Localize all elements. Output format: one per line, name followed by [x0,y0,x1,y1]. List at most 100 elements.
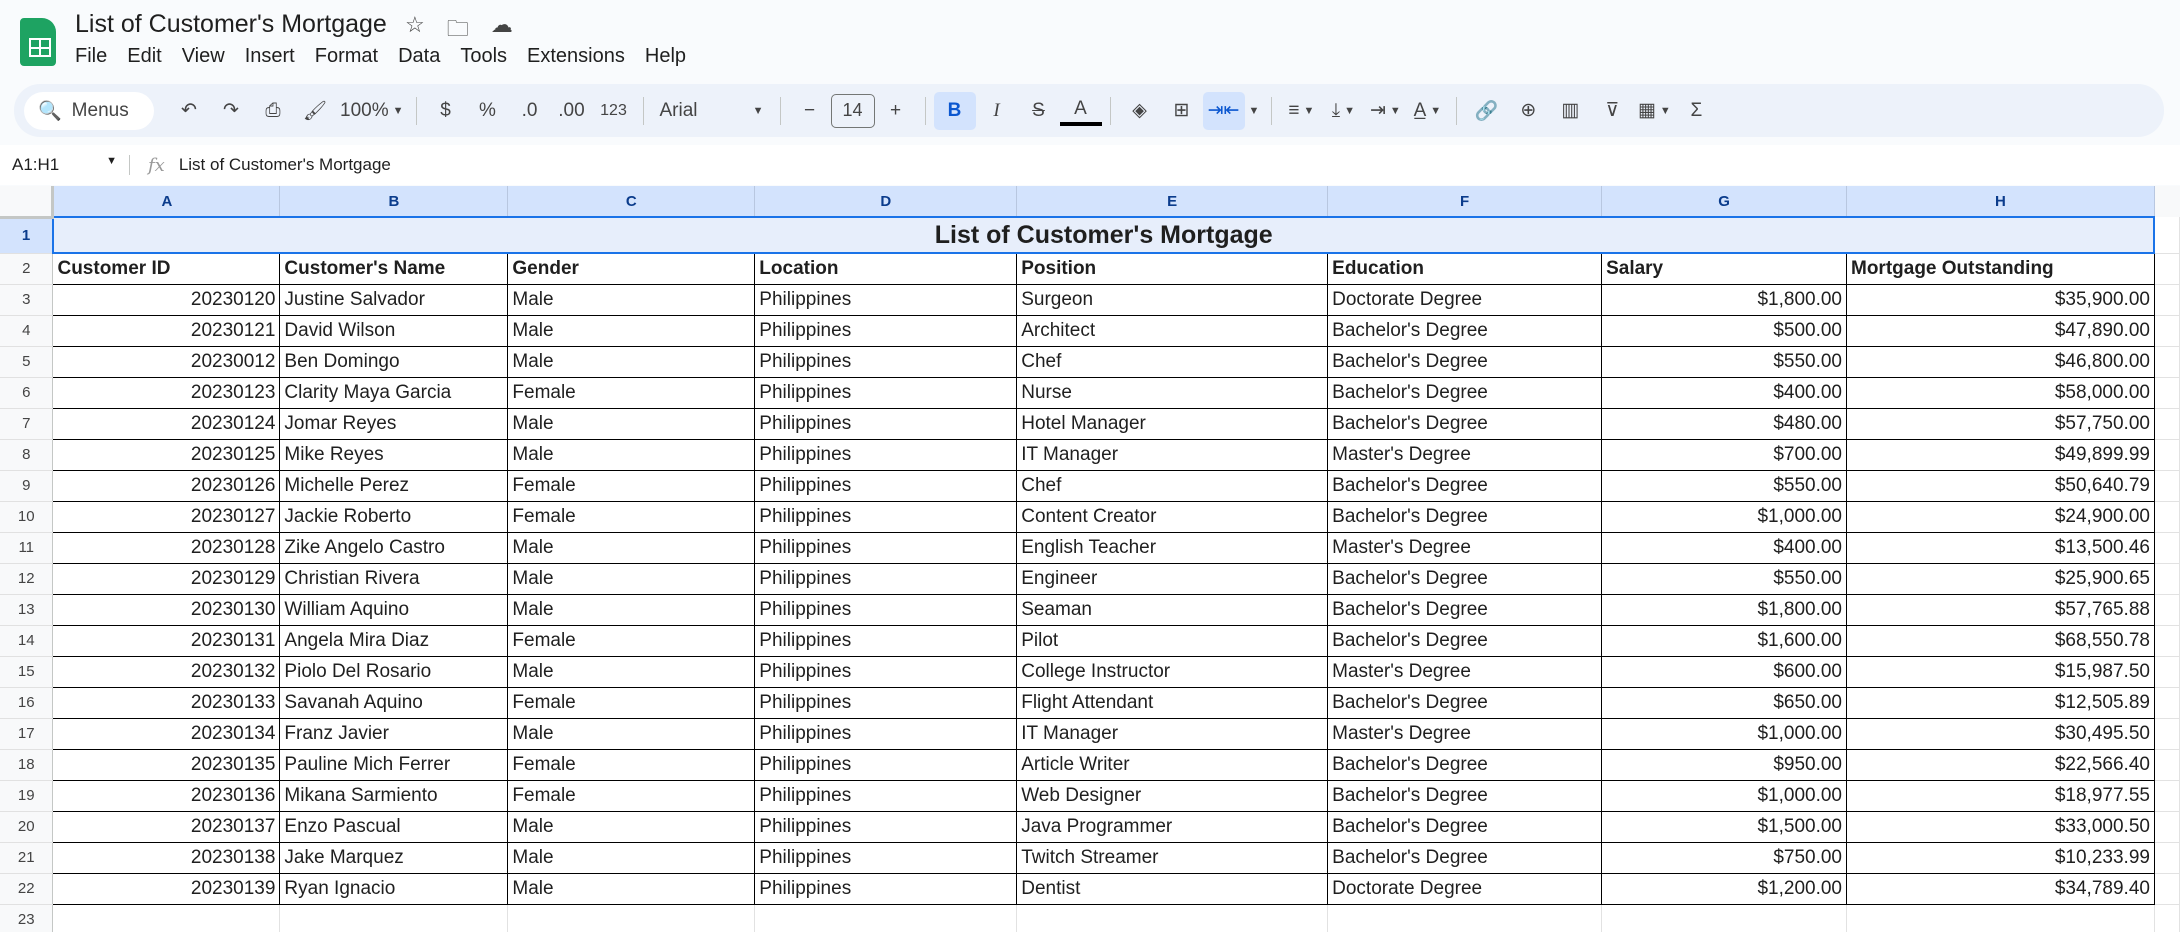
cell[interactable]: Male [507,407,756,440]
cell[interactable]: Ben Domingo [279,345,509,378]
cell[interactable]: Philippines [754,500,1018,533]
cell[interactable]: Philippines [754,562,1018,595]
cell[interactable] [2154,563,2180,595]
cell[interactable]: Male [507,283,756,316]
menu-view[interactable]: View [182,45,235,68]
percent-button[interactable]: % [467,92,509,130]
cell[interactable]: $650.00 [1601,686,1847,719]
italic-button[interactable]: I [976,92,1018,130]
cell[interactable]: $400.00 [1601,376,1847,409]
cell[interactable]: Java Programmer [1016,810,1329,843]
cell[interactable]: $1,000.00 [1601,717,1847,750]
cell[interactable] [52,904,281,932]
header-cell[interactable]: Position [1016,252,1329,285]
cell[interactable]: Flight Attendant [1016,686,1329,719]
cell[interactable]: Bachelor's Degree [1327,624,1603,657]
cell[interactable]: Bachelor's Degree [1327,376,1603,409]
cell[interactable]: Twitch Streamer [1016,841,1329,874]
cell[interactable]: Hotel Manager [1016,407,1329,440]
decrease-decimal-button[interactable]: .0 [509,92,551,130]
merge-dropdown-icon[interactable]: ▼ [1245,92,1264,130]
cell[interactable]: College Instructor [1016,655,1329,688]
cell[interactable]: 20230135 [52,748,281,781]
cell[interactable]: $1,800.00 [1601,593,1847,626]
cell[interactable]: Jackie Roberto [279,500,509,533]
cell[interactable]: Pauline Mich Ferrer [279,748,509,781]
cell[interactable]: Piolo Del Rosario [279,655,509,688]
cell[interactable]: Philippines [754,810,1018,843]
cell[interactable]: Nurse [1016,376,1329,409]
cell[interactable]: Jomar Reyes [279,407,509,440]
cell[interactable]: $18,977.55 [1846,779,2155,812]
cell[interactable]: 20230126 [52,469,281,502]
cell[interactable] [2154,687,2180,719]
text-rotation-icon[interactable]: A̲ ▼ [1406,92,1448,130]
cell[interactable]: Savanah Aquino [279,686,509,719]
cell[interactable]: 20230130 [52,593,281,626]
row-header-17[interactable]: 17 [0,718,54,750]
bold-button[interactable]: B [933,91,976,130]
cell[interactable]: Doctorate Degree [1327,872,1603,905]
row-header-23[interactable]: 23 [0,904,54,932]
cell[interactable]: $700.00 [1601,438,1847,471]
cell[interactable]: Female [507,779,756,812]
cell[interactable]: Surgeon [1016,283,1329,316]
cell[interactable]: $1,200.00 [1601,872,1847,905]
cell[interactable] [2154,842,2180,874]
cell[interactable]: 20230012 [52,345,281,378]
cell[interactable]: Christian Rivera [279,562,509,595]
increase-font-size-button[interactable]: + [875,92,917,130]
cell[interactable]: Philippines [754,407,1018,440]
cell[interactable]: Male [507,562,756,595]
cell[interactable]: Philippines [754,376,1018,409]
cell[interactable]: 20230128 [52,531,281,564]
cell[interactable] [2154,625,2180,657]
cell[interactable]: Male [507,810,756,843]
cell[interactable]: Female [507,469,756,502]
fill-color-icon[interactable]: ◈ [1119,92,1161,130]
cell[interactable] [2154,501,2180,533]
column-header-c[interactable]: C [507,186,756,218]
cell[interactable]: IT Manager [1016,438,1329,471]
print-button[interactable]: ⎙ [252,92,294,130]
cell[interactable]: Philippines [754,779,1018,812]
cell[interactable]: $34,789.40 [1846,872,2155,905]
cell[interactable]: $1,600.00 [1601,624,1847,657]
search-menus[interactable]: 🔍 Menus [24,91,154,130]
cell[interactable]: $46,800.00 [1846,345,2155,378]
cell[interactable] [2154,470,2180,502]
cell[interactable]: Franz Javier [279,717,509,750]
cell[interactable] [2154,439,2180,471]
cell[interactable]: Philippines [754,469,1018,502]
cell[interactable]: Master's Degree [1327,531,1603,564]
cell[interactable]: Content Creator [1016,500,1329,533]
cell[interactable]: Bachelor's Degree [1327,748,1603,781]
cell[interactable]: $49,899.99 [1846,438,2155,471]
cell[interactable]: Philippines [754,841,1018,874]
row-header-8[interactable]: 8 [0,439,54,471]
row-header-4[interactable]: 4 [0,315,54,347]
row-header-5[interactable]: 5 [0,346,54,378]
cell[interactable]: $47,890.00 [1846,314,2155,347]
cell[interactable] [2154,408,2180,440]
cell[interactable] [2154,217,2180,254]
formula-input[interactable]: List of Customer's Mortgage [179,155,391,175]
cell[interactable]: Female [507,376,756,409]
cell[interactable]: Male [507,655,756,688]
cell[interactable]: $30,495.50 [1846,717,2155,750]
cell[interactable]: Seaman [1016,593,1329,626]
cell[interactable]: Article Writer [1016,748,1329,781]
row-header-9[interactable]: 9 [0,470,54,502]
cell[interactable]: Bachelor's Degree [1327,345,1603,378]
cell[interactable]: Female [507,500,756,533]
cell[interactable]: Bachelor's Degree [1327,593,1603,626]
cell[interactable]: $24,900.00 [1846,500,2155,533]
cell[interactable]: Philippines [754,624,1018,657]
insert-chart-icon[interactable]: ▥ [1549,92,1591,130]
row-header-22[interactable]: 22 [0,873,54,905]
header-cell[interactable]: Mortgage Outstanding [1846,252,2155,285]
cell[interactable]: Ryan Ignacio [279,872,509,905]
cell[interactable] [2154,377,2180,409]
cell[interactable]: Male [507,438,756,471]
column-header-g[interactable]: G [1601,186,1847,218]
